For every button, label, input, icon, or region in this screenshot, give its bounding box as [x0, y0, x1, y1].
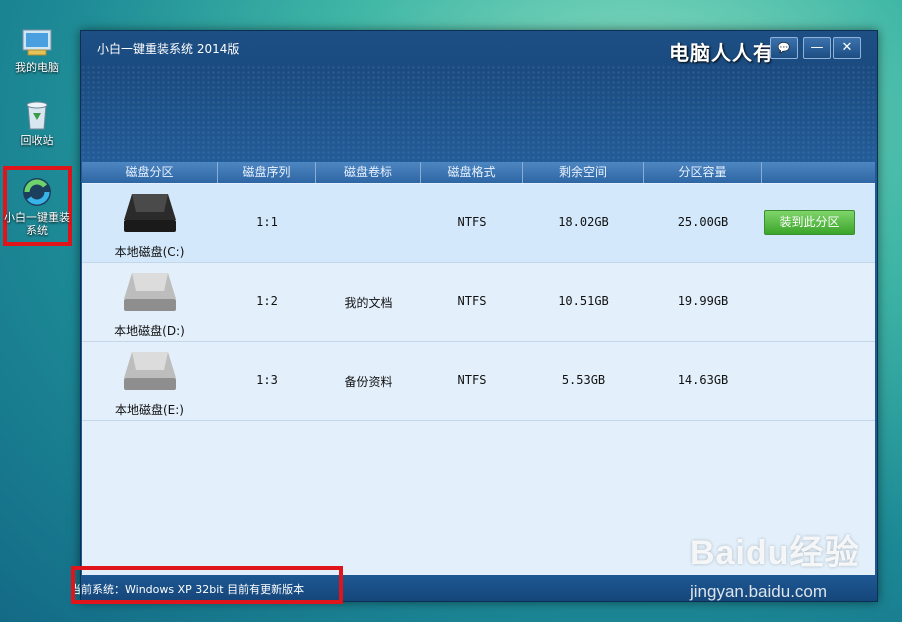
cell-free-space: 5.53GB: [561, 373, 606, 387]
desktop-icon-label: 回收站: [20, 134, 54, 147]
header-partition: 磁盘分区: [82, 162, 218, 183]
header-action: [762, 162, 875, 183]
cell-sequence: 1:3: [256, 373, 278, 387]
table-row[interactable]: 本地磁盘(E:) 1:3 备份资料 NTFS 5.53GB 14.63GB: [82, 342, 875, 421]
cell-sequence: 1:1: [256, 215, 278, 229]
title-bar[interactable]: 小白一键重装系统 2014版 电脑人人有 💬 — ✕: [81, 31, 877, 162]
xiaobai-logo-icon: [23, 178, 51, 206]
drive-name: 本地磁盘(D:): [114, 324, 185, 338]
close-button[interactable]: ✕: [833, 37, 861, 59]
feedback-button[interactable]: 💬: [770, 37, 798, 59]
cell-format: NTFS: [457, 373, 487, 387]
desktop-icon-recycle-bin[interactable]: 回收站: [4, 99, 70, 147]
close-icon: ✕: [841, 40, 853, 55]
computer-icon: [22, 29, 52, 56]
table-row[interactable]: 本地磁盘(C:) 1:1 NTFS 18.02GB 25.00GB 装到此分区: [82, 184, 875, 263]
brand-slogan: 电脑人人有: [669, 41, 774, 65]
header-capacity: 分区容量: [644, 162, 762, 183]
chat-icon: 💬: [777, 43, 791, 54]
table-header: 磁盘分区 磁盘序列 磁盘卷标 磁盘格式 剩余空间 分区容量: [82, 162, 875, 183]
cell-volume-label: 我的文档: [344, 296, 393, 310]
hard-drive-icon: [124, 352, 176, 390]
desktop-icon-xiaobai-reinstall[interactable]: 小白一键重装系统: [4, 176, 70, 237]
minimize-button[interactable]: —: [803, 37, 831, 59]
baidu-logo-text: Baidu经验: [690, 534, 860, 572]
header-format: 磁盘格式: [421, 162, 523, 183]
install-to-partition-button[interactable]: 装到此分区: [764, 210, 855, 235]
table-row[interactable]: 本地磁盘(D:) 1:2 我的文档 NTFS 10.51GB 19.99GB: [82, 263, 875, 342]
cell-capacity: 14.63GB: [677, 373, 729, 387]
cell-capacity: 25.00GB: [677, 215, 729, 229]
desktop-icon-label: 小白一键重装系统: [4, 211, 70, 237]
header-volume-label: 磁盘卷标: [316, 162, 421, 183]
cell-free-space: 10.51GB: [558, 294, 609, 308]
cell-capacity: 19.99GB: [677, 294, 729, 308]
title-pattern: [81, 65, 877, 162]
cell-format: NTFS: [457, 215, 487, 229]
minimize-icon: —: [810, 40, 824, 55]
drive-name: 本地磁盘(C:): [114, 245, 185, 259]
watermark-url: jingyan.baidu.com: [690, 582, 828, 601]
window-title: 小白一键重装系统 2014版: [97, 42, 240, 56]
desktop-icon-label: 我的电脑: [15, 61, 59, 74]
cell-format: NTFS: [457, 294, 487, 308]
header-sequence: 磁盘序列: [218, 162, 316, 183]
baidu-watermark: Baidu经验 jingyan.baidu.com: [690, 525, 860, 601]
cell-sequence: 1:2: [256, 294, 278, 308]
app-window: 小白一键重装系统 2014版 电脑人人有 💬 — ✕ 磁盘分区 磁盘序列 磁盘卷…: [70, 30, 878, 602]
recycle-bin-icon: [26, 101, 48, 130]
header-free-space: 剩余空间: [523, 162, 644, 183]
hard-drive-icon: [124, 273, 176, 311]
drive-name: 本地磁盘(E:): [115, 403, 184, 417]
hard-drive-icon: [124, 194, 176, 232]
desktop-icon-my-computer[interactable]: 我的电脑: [4, 26, 70, 74]
cell-volume-label: 备份资料: [344, 375, 393, 389]
cell-free-space: 18.02GB: [558, 215, 609, 229]
partition-table: 磁盘分区 磁盘序列 磁盘卷标 磁盘格式 剩余空间 分区容量 本地磁盘(C:) 1…: [82, 162, 875, 575]
highlight-box-status: [71, 566, 343, 604]
